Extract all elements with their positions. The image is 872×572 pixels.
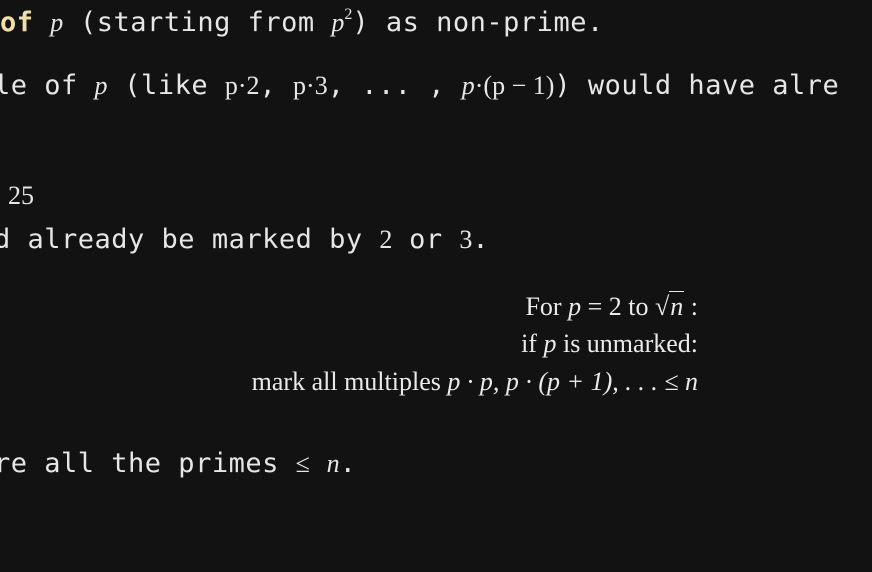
math-var-p: p: [94, 71, 108, 100]
algo-expr: p · p, p · (p + 1), . . . ≤ n: [447, 367, 698, 396]
math-expr-p2: p·2: [224, 71, 260, 100]
text-fragment: (like: [107, 70, 225, 101]
text-fragment: (starting from: [63, 7, 332, 38]
algo-text: mark all multiples: [251, 367, 448, 396]
algo-var: p: [568, 292, 582, 321]
math-le-symbol: ≤: [295, 449, 310, 478]
text-fragment: ) as non-prime.: [352, 7, 604, 38]
algorithm-line-3: mark all multiples p · p, p · (p + 1), .…: [252, 367, 698, 397]
text-line-4: d already be marked by 2 or 3.: [0, 224, 489, 255]
algo-text: For: [525, 292, 569, 321]
text-fragment: d already be marked by: [0, 224, 380, 255]
text-line-2: le of p (like p·2, p·3, ... , p·(p − 1))…: [0, 70, 839, 101]
math-var-p: p: [50, 8, 64, 37]
text-line-1: of p (starting from p2) as non-prime.: [0, 6, 604, 38]
algo-text: :: [684, 292, 698, 321]
text-line-3: 25: [8, 180, 34, 211]
text-fragment: le of: [0, 70, 95, 101]
algo-var: n: [669, 291, 685, 321]
sqrt-symbol: √: [654, 292, 670, 321]
text-fragment: .: [472, 224, 490, 255]
text-fragment: ) would have alre: [554, 70, 840, 101]
text-fragment: re all the primes: [0, 448, 296, 479]
math-var: p: [461, 71, 475, 100]
bold-word: of: [0, 7, 34, 38]
algo-text: is unmarked:: [556, 329, 698, 358]
text-fragment: or: [392, 224, 460, 255]
math-number: 3: [459, 225, 473, 254]
text-line-5: re all the primes ≤ n.: [0, 448, 356, 479]
math-expr-p-pm1: p·(p − 1): [462, 71, 555, 100]
math-base: p: [331, 8, 345, 37]
math-p-squared: p2: [331, 6, 352, 37]
algo-var: p: [543, 329, 557, 358]
math-number: 25: [8, 181, 34, 210]
separator: , ... ,: [327, 70, 462, 101]
algorithm-line-1: For p = 2 to √n :: [525, 291, 698, 322]
algorithm-line-2: if p is unmarked:: [521, 329, 698, 359]
math-var-n: n: [326, 449, 340, 478]
math-number: 2: [379, 225, 393, 254]
math-rest: ·(p − 1): [474, 71, 555, 100]
math-expr-p3: p·3: [293, 71, 328, 100]
text-fragment: .: [339, 448, 357, 479]
separator: ,: [259, 70, 294, 101]
algo-text: = 2 to: [581, 292, 655, 321]
algo-text: if: [521, 329, 544, 358]
